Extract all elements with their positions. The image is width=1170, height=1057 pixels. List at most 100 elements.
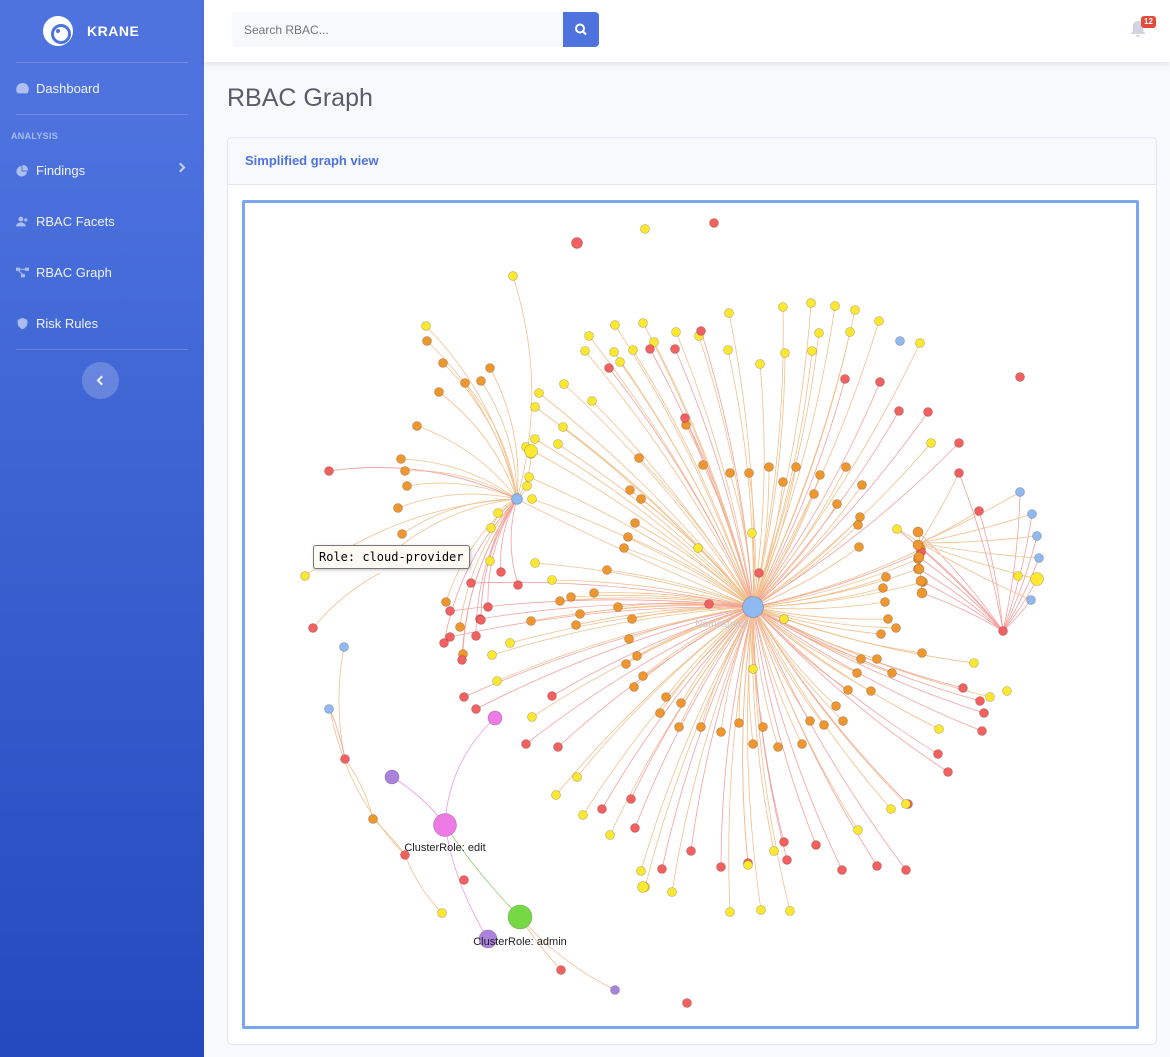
rule-node[interactable] bbox=[725, 907, 735, 917]
sidebar-item-dashboard[interactable]: Dashboard bbox=[0, 63, 204, 114]
binding-node[interactable] bbox=[855, 512, 865, 522]
rule-node[interactable] bbox=[693, 543, 703, 553]
rule-node[interactable] bbox=[901, 799, 911, 809]
subject-node[interactable] bbox=[521, 739, 531, 749]
cloud-provider-role-node[interactable] bbox=[511, 493, 523, 505]
rule-node[interactable] bbox=[806, 298, 816, 308]
rule-node[interactable] bbox=[723, 345, 733, 355]
rule-node[interactable] bbox=[615, 357, 625, 367]
rule-node[interactable] bbox=[578, 810, 588, 820]
subject-node[interactable] bbox=[459, 875, 469, 885]
rule-node[interactable] bbox=[493, 508, 503, 518]
subject-node[interactable] bbox=[894, 406, 904, 416]
rule-node[interactable] bbox=[505, 638, 515, 648]
subject-node[interactable] bbox=[754, 568, 764, 578]
clusterrole-edit-node[interactable] bbox=[433, 813, 457, 837]
binding-node[interactable] bbox=[368, 814, 378, 824]
subject-node[interactable] bbox=[682, 998, 692, 1008]
binding-node[interactable] bbox=[674, 722, 684, 732]
sidebar-toggle-button[interactable] bbox=[82, 362, 119, 399]
rule-node[interactable] bbox=[486, 523, 496, 533]
subject-node[interactable] bbox=[954, 468, 964, 478]
binding-node[interactable] bbox=[438, 358, 448, 368]
binding-node[interactable] bbox=[880, 597, 890, 607]
subject-node[interactable] bbox=[1015, 372, 1025, 382]
rule-node[interactable] bbox=[522, 481, 532, 491]
rule-node[interactable] bbox=[769, 846, 779, 856]
binding-node[interactable] bbox=[843, 685, 853, 695]
binding-node[interactable] bbox=[619, 543, 629, 553]
rule-node[interactable] bbox=[985, 692, 995, 702]
subject-node[interactable] bbox=[657, 864, 667, 874]
binding-node[interactable] bbox=[589, 588, 599, 598]
binding-node[interactable] bbox=[778, 477, 788, 487]
sidebar-item-rbac-graph[interactable]: RBAC Graph bbox=[0, 247, 204, 298]
rule-node[interactable] bbox=[300, 571, 310, 581]
subject-node[interactable] bbox=[704, 599, 714, 609]
rule-node[interactable] bbox=[610, 320, 620, 330]
sidebar-item-findings[interactable]: Findings bbox=[0, 145, 204, 196]
binding-node[interactable] bbox=[915, 575, 927, 587]
subject-node[interactable] bbox=[459, 692, 469, 702]
binding-node[interactable] bbox=[912, 526, 924, 538]
subject-node[interactable] bbox=[998, 626, 1008, 636]
role-node[interactable] bbox=[339, 642, 349, 652]
rule-node[interactable] bbox=[756, 905, 766, 915]
rule-node[interactable] bbox=[628, 345, 638, 355]
rule-node[interactable] bbox=[850, 305, 860, 315]
rule-node[interactable] bbox=[558, 422, 568, 432]
binding-node[interactable] bbox=[831, 701, 841, 711]
search-input[interactable] bbox=[232, 12, 563, 47]
subject-node[interactable] bbox=[696, 326, 706, 336]
binding-node[interactable] bbox=[412, 421, 422, 431]
binding-node[interactable] bbox=[630, 518, 640, 528]
role-node[interactable] bbox=[384, 769, 400, 785]
binding-node[interactable] bbox=[655, 708, 665, 718]
rule-node[interactable] bbox=[530, 558, 540, 568]
rule-node[interactable] bbox=[667, 887, 677, 897]
subject-node[interactable] bbox=[547, 691, 557, 701]
binding-node[interactable] bbox=[441, 597, 451, 607]
rule-node[interactable] bbox=[584, 331, 594, 341]
binding-node[interactable] bbox=[758, 722, 768, 732]
binding-node[interactable] bbox=[883, 614, 893, 624]
binding-node[interactable] bbox=[725, 468, 735, 478]
rule-node[interactable] bbox=[748, 664, 758, 674]
rule-node[interactable] bbox=[524, 444, 538, 458]
binding-node[interactable] bbox=[838, 716, 848, 726]
rule-node[interactable] bbox=[743, 860, 753, 870]
role-node[interactable] bbox=[1026, 595, 1036, 605]
binding-node[interactable] bbox=[764, 462, 774, 472]
binding-node[interactable] bbox=[887, 668, 897, 678]
role-node[interactable] bbox=[487, 710, 503, 726]
rule-node[interactable] bbox=[572, 772, 582, 782]
binding-node[interactable] bbox=[852, 668, 862, 678]
subject-node[interactable] bbox=[977, 726, 987, 736]
rule-node[interactable] bbox=[969, 658, 979, 668]
brand[interactable]: KRANE bbox=[0, 0, 204, 62]
binding-node[interactable] bbox=[809, 489, 819, 499]
binding-node[interactable] bbox=[402, 481, 412, 491]
subject-node[interactable] bbox=[556, 965, 566, 975]
binding-node[interactable] bbox=[632, 651, 642, 661]
subject-node[interactable] bbox=[471, 704, 481, 714]
subject-node[interactable] bbox=[979, 708, 989, 718]
subject-node[interactable] bbox=[597, 804, 607, 814]
subject-node[interactable] bbox=[553, 742, 563, 752]
sidebar-item-rbac-facets[interactable]: RBAC Facets bbox=[0, 196, 204, 247]
subject-node[interactable] bbox=[779, 837, 789, 847]
role-node[interactable] bbox=[1032, 531, 1042, 541]
binding-node[interactable] bbox=[621, 659, 631, 669]
subject-node[interactable] bbox=[626, 794, 636, 804]
binding-node[interactable] bbox=[434, 387, 444, 397]
binding-node[interactable] bbox=[623, 532, 633, 542]
rule-node[interactable] bbox=[547, 575, 557, 585]
binding-node[interactable] bbox=[613, 602, 623, 612]
binding-node[interactable] bbox=[625, 485, 635, 495]
subject-node[interactable] bbox=[875, 377, 885, 387]
binding-node[interactable] bbox=[571, 620, 581, 630]
binding-node[interactable] bbox=[602, 565, 612, 575]
rule-node[interactable] bbox=[814, 328, 824, 338]
rule-node[interactable] bbox=[934, 724, 944, 734]
binding-node[interactable] bbox=[393, 503, 403, 513]
